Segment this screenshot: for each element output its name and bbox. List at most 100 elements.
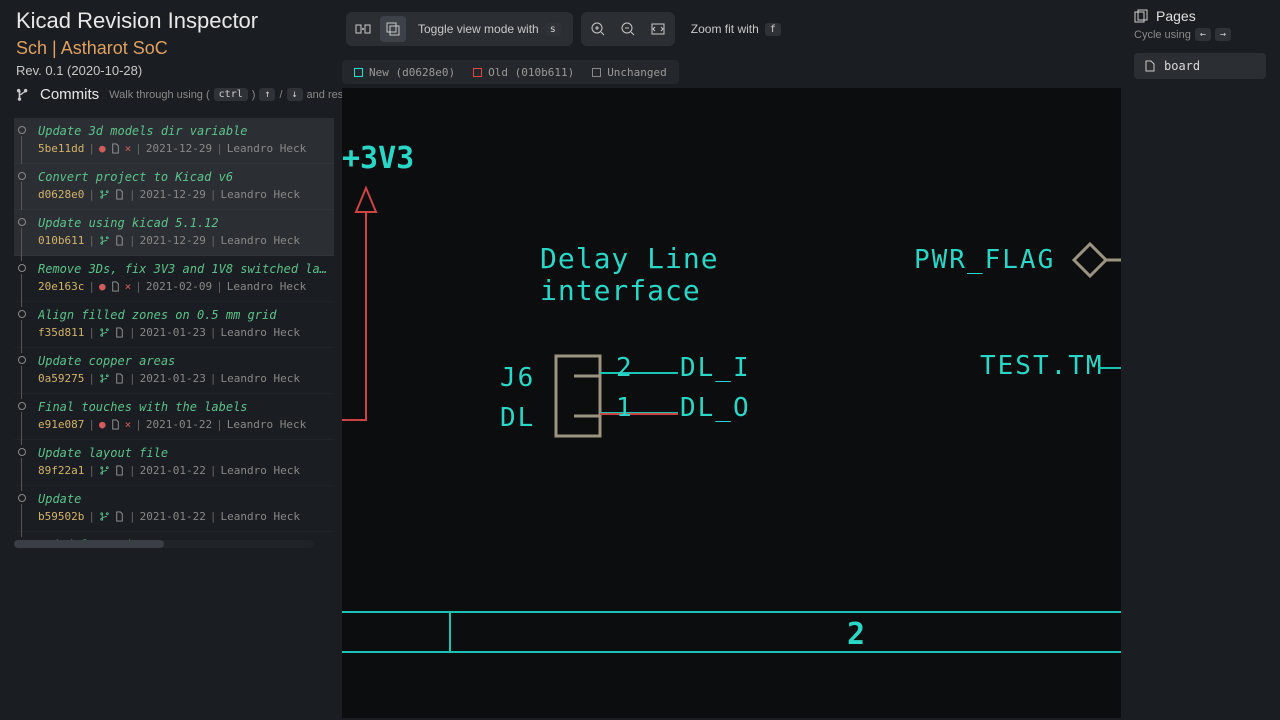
commit-author: Leandro Heck bbox=[220, 326, 299, 339]
old-marker-icon: ● bbox=[99, 418, 106, 431]
commit-node-icon bbox=[18, 264, 26, 272]
sch-pwr-flag: PWR_FLAG bbox=[914, 245, 1055, 275]
commit-author: Leandro Heck bbox=[227, 142, 306, 155]
swatch-new-icon bbox=[354, 68, 363, 77]
removed-icon: × bbox=[125, 418, 132, 431]
kbd-s: s bbox=[545, 23, 561, 36]
view-mode-side-by-side-button[interactable] bbox=[350, 16, 376, 42]
removed-icon: × bbox=[125, 280, 132, 293]
sch-pwr-flag-icon bbox=[1074, 244, 1121, 276]
commit-date: 2021-01-23 bbox=[140, 326, 206, 339]
pages-title: Pages bbox=[1156, 8, 1196, 24]
commit-message: Update copper areas bbox=[38, 354, 328, 368]
commit-meta: e91e087 | ●× | 2021-01-22 | Leandro Heck bbox=[38, 418, 328, 431]
sch-power-rail: +3V3 bbox=[342, 141, 414, 176]
removed-icon: × bbox=[125, 142, 132, 155]
commit-date: 2021-12-29 bbox=[146, 142, 212, 155]
commit-message: Update 3d models dir variable bbox=[38, 124, 328, 138]
pages-hint: Cycle using ← → bbox=[1134, 28, 1266, 41]
commit-hash: e91e087 bbox=[38, 418, 84, 431]
sch-pin1-name: DL_O bbox=[680, 393, 751, 423]
commit-meta: 0a59275 | | 2021-01-23 | Leandro Heck bbox=[38, 372, 328, 385]
kbd-down: ↓ bbox=[287, 88, 303, 101]
commit-message: Update bbox=[38, 492, 328, 506]
branch-icon bbox=[99, 235, 110, 246]
commit-row[interactable]: Update 3d models dir variable5be11dd | ●… bbox=[14, 118, 334, 164]
commit-meta: 89f22a1 | | 2021-01-22 | Leandro Heck bbox=[38, 464, 328, 477]
commit-row[interactable]: Remove 3Ds, fix 3V3 and 1V8 switched lab… bbox=[14, 256, 334, 302]
sch-test-tm: TEST.TM bbox=[980, 351, 1104, 381]
legend-old[interactable]: Old (010b611) bbox=[473, 66, 574, 79]
file-icon bbox=[1144, 60, 1156, 72]
commit-author: Leandro Heck bbox=[227, 280, 306, 293]
sch-frame-lines bbox=[342, 612, 1121, 652]
toolbar: Toggle view mode with s Zoom fit with f bbox=[346, 12, 789, 46]
commit-hash: d0628e0 bbox=[38, 188, 84, 201]
commits-header: Commits Walk through using ( ctrl ) ↑ / … bbox=[16, 86, 395, 103]
app-revision: Rev. 0.1 (2020-10-28) bbox=[16, 63, 258, 78]
zoom-in-icon bbox=[590, 21, 606, 37]
commit-row[interactable]: Update b59502b | | 2021-01-22 | Leandro H… bbox=[14, 486, 334, 532]
sch-frame-number: 2 bbox=[847, 617, 865, 652]
commit-row[interactable]: Update copper areas 0a59275 | | 2021-01-2… bbox=[14, 348, 334, 394]
legend-unchanged[interactable]: Unchanged bbox=[592, 66, 667, 79]
commit-row[interactable]: Align filled zones on 0.5 mm gridf35d811… bbox=[14, 302, 334, 348]
kbd-ctrl: ctrl bbox=[214, 88, 248, 101]
sch-block-title-2: interface bbox=[540, 274, 701, 307]
commit-hash: 20e163c bbox=[38, 280, 84, 293]
file-diff-icon bbox=[114, 235, 125, 246]
file-diff-icon bbox=[114, 511, 125, 522]
commit-meta: b59502b | | 2021-01-22 | Leandro Heck bbox=[38, 510, 328, 523]
app-title: Kicad Revision Inspector bbox=[16, 8, 258, 34]
sch-pin2-num: 2 bbox=[616, 353, 634, 383]
sch-block-title-1: Delay Line bbox=[540, 242, 719, 275]
zoom-out-button[interactable] bbox=[615, 16, 641, 42]
pages-icon bbox=[1134, 9, 1148, 23]
kbd-up: ↑ bbox=[259, 88, 275, 101]
commit-message: Update layout file bbox=[38, 446, 328, 460]
old-marker-icon: ● bbox=[99, 142, 106, 155]
kbd-right: → bbox=[1215, 28, 1231, 41]
commits-list[interactable]: Update 3d models dir variable5be11dd | ●… bbox=[14, 118, 334, 548]
commit-message: Remove 3Ds, fix 3V3 and 1V8 switched lab… bbox=[38, 262, 328, 276]
view-mode-group: Toggle view mode with s bbox=[346, 12, 573, 46]
swatch-unchanged-icon bbox=[592, 68, 601, 77]
commit-message: Align filled zones on 0.5 mm grid bbox=[38, 308, 328, 322]
zoom-fit-icon bbox=[650, 21, 666, 37]
pages-header: Pages bbox=[1134, 8, 1266, 24]
commit-author: Leandro Heck bbox=[220, 510, 299, 523]
zoom-fit-label: Zoom fit with f bbox=[683, 22, 789, 36]
toggle-view-label: Toggle view mode with s bbox=[410, 22, 569, 36]
scrollbar-horizontal[interactable] bbox=[14, 540, 314, 548]
sch-pin2-name: DL_I bbox=[680, 353, 751, 383]
file-diff-icon bbox=[114, 327, 125, 338]
commit-row[interactable]: Update layout file 89f22a1 | | 2021-01-22… bbox=[14, 440, 334, 486]
branch-icon bbox=[99, 465, 110, 476]
sch-ref-j6: J6 bbox=[500, 363, 535, 393]
sch-connector-pins bbox=[574, 376, 600, 416]
branch-icon bbox=[99, 189, 110, 200]
commits-title: Commits bbox=[40, 86, 99, 103]
commit-node-icon bbox=[18, 494, 26, 502]
overlay-icon bbox=[385, 21, 401, 37]
commit-hash: 89f22a1 bbox=[38, 464, 84, 477]
commit-meta: 20e163c | ●× | 2021-02-09 | Leandro Heck bbox=[38, 280, 328, 293]
zoom-in-button[interactable] bbox=[585, 16, 611, 42]
commit-date: 2021-01-23 bbox=[140, 372, 206, 385]
commit-meta: 5be11dd | ●× | 2021-12-29 | Leandro Heck bbox=[38, 142, 328, 155]
zoom-fit-button[interactable] bbox=[645, 16, 671, 42]
pages-panel: Pages Cycle using ← → board bbox=[1134, 8, 1266, 79]
commit-row[interactable]: Final touches with the labelse91e087 | ●… bbox=[14, 394, 334, 440]
legend-new[interactable]: New (d0628e0) bbox=[354, 66, 455, 79]
commit-author: Leandro Heck bbox=[220, 372, 299, 385]
commit-message: Final touches with the labels bbox=[38, 400, 328, 414]
git-branch-icon bbox=[16, 88, 30, 102]
scrollbar-thumb[interactable] bbox=[14, 540, 164, 548]
commit-row[interactable]: Convert project to Kicad v6d0628e0 | | 2… bbox=[14, 164, 334, 210]
schematic-canvas[interactable]: +3V3 Delay Line interface J6 DL 2 DL_I 1… bbox=[342, 88, 1121, 718]
view-mode-overlay-button[interactable] bbox=[380, 16, 406, 42]
commit-row[interactable]: Update using kicad 5.1.12010b611 | | 202… bbox=[14, 210, 334, 256]
page-item-board[interactable]: board bbox=[1134, 53, 1266, 79]
commit-node-icon bbox=[18, 402, 26, 410]
commit-hash: b59502b bbox=[38, 510, 84, 523]
